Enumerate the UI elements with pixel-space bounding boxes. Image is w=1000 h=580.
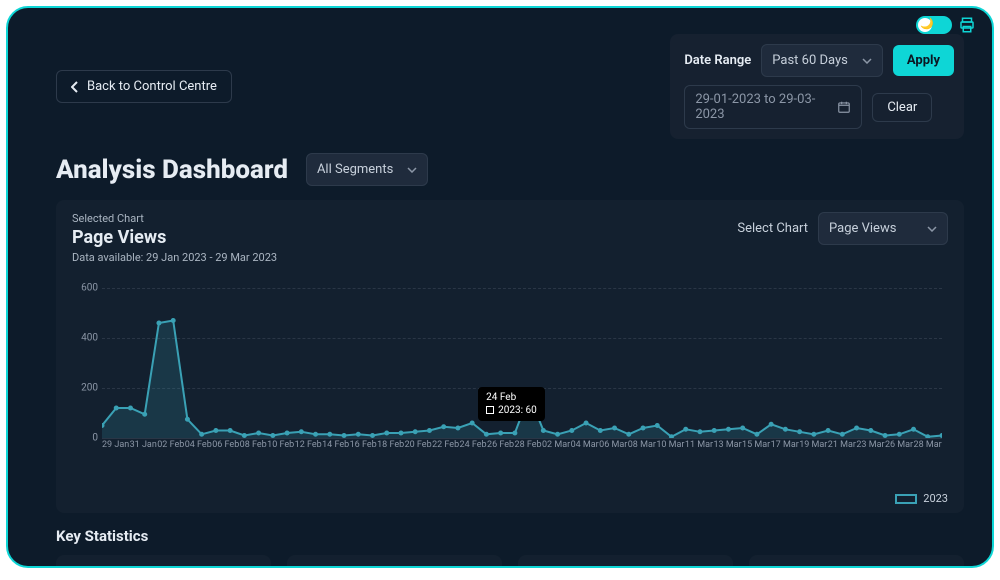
x-tick: 16 Feb [350,440,377,450]
x-tick: 06 Mar [599,440,627,450]
chart-card: Selected Chart Page Views Data available… [56,200,964,513]
date-range-panel: Date Range Past 60 Days Apply 29-01-2023… [670,34,964,139]
top-utility-icons: 🌙 [916,16,976,34]
x-tick: 08 Feb [240,440,267,450]
x-tick: 26 Mar [885,440,913,450]
date-range-input[interactable]: 29-01-2023 to 29-03-2023 [684,85,862,129]
stat-card[interactable]: Users206 [56,555,271,568]
x-tick: 06 Feb [212,440,239,450]
chart-small-label: Selected Chart [72,212,277,225]
x-tick: 04 Mar [571,440,599,450]
x-tick: 24 Feb [460,440,487,450]
x-tick: 18 Feb [377,440,404,450]
calendar-icon [837,100,851,114]
x-tick: 23 Mar [856,440,884,450]
users-icon [70,567,112,568]
x-tick: 19 Mar [799,440,827,450]
legend-swatch [895,494,917,504]
chart-select-value: Page Views [829,221,896,236]
print-icon[interactable] [958,16,976,34]
x-tick: 22 Feb [432,440,459,450]
date-range-preset-select[interactable]: Past 60 Days [761,44,883,77]
clock-icon [763,567,805,568]
back-button-label: Back to Control Centre [87,79,217,94]
chart-name: Page Views [72,227,277,248]
stat-card[interactable]: Sessions252 [518,555,733,568]
chevron-down-icon [927,226,937,232]
chart-legend: 2023 [72,492,948,505]
segments-select[interactable]: All Segments [306,153,428,186]
x-tick: 08 Mar [628,440,656,450]
key-statistics-title: Key Statistics [56,527,964,545]
chevron-down-icon [862,58,872,64]
page-title: Analysis Dashboard [56,155,288,185]
chart-subtitle: Data available: 29 Jan 2023 - 29 Mar 202… [72,251,277,264]
x-tick: 02 Mar [542,440,570,450]
date-range-text: 29-01-2023 to 29-03-2023 [695,92,825,122]
stats-row: Users206 New Users71 Sessions252 Avg. Sessi… [56,555,964,568]
date-range-preset-value: Past 60 Days [772,53,848,68]
tooltip-series: 2023: 60 [498,405,537,416]
y-tick: 200 [81,383,98,394]
x-tick: 21 Mar [828,440,856,450]
y-tick: 0 [92,433,98,444]
bar-chart-icon [532,567,574,568]
x-tick: 20 Feb [405,440,432,450]
x-tick: 11 Mar [685,440,713,450]
chevron-down-icon [407,167,417,173]
segments-select-value: All Segments [317,162,393,177]
user-plus-icon [301,567,343,568]
clear-button[interactable]: Clear [872,93,932,122]
y-tick: 600 [81,283,98,294]
back-button[interactable]: Back to Control Centre [56,70,232,103]
x-tick: 10 Feb [267,440,294,450]
x-tick: 31 Jan [130,440,157,450]
apply-button[interactable]: Apply [893,45,954,76]
x-tick: 13 Mar [713,440,741,450]
chart-select-label: Select Chart [737,221,808,236]
date-range-label: Date Range [684,53,751,68]
title-row: Analysis Dashboard All Segments [56,153,964,186]
stat-card[interactable]: Avg. Session Duration00:16:34 [749,555,964,568]
x-tick: 29 Jan [102,440,129,450]
chart-select[interactable]: Page Views [818,212,948,245]
x-tick: 28 Feb [515,440,542,450]
theme-toggle[interactable]: 🌙 [916,16,952,34]
x-tick: 10 Mar [656,440,684,450]
x-tick: 26 Feb [487,440,514,450]
legend-label: 2023 [923,492,948,505]
x-tick: 28 Mar [914,440,942,450]
chart-tooltip: 24 Feb 2023: 60 [478,387,545,421]
y-tick: 400 [81,333,98,344]
app-frame: 🌙 Back to Control Centre Date Range Past… [6,6,994,568]
x-tick: 02 Feb [157,440,184,450]
header-row: Back to Control Centre Date Range Past 6… [56,34,964,139]
x-tick: 14 Feb [322,440,349,450]
stat-card[interactable]: New Users71 [287,555,502,568]
x-tick: 12 Feb [295,440,322,450]
x-tick: 17 Mar [771,440,799,450]
chart-plot: 0200400600 29 Jan31 Jan02 Feb04 Feb06 Fe… [72,288,948,488]
tooltip-date: 24 Feb [486,391,537,404]
x-tick: 15 Mar [742,440,770,450]
x-tick: 04 Feb [185,440,212,450]
